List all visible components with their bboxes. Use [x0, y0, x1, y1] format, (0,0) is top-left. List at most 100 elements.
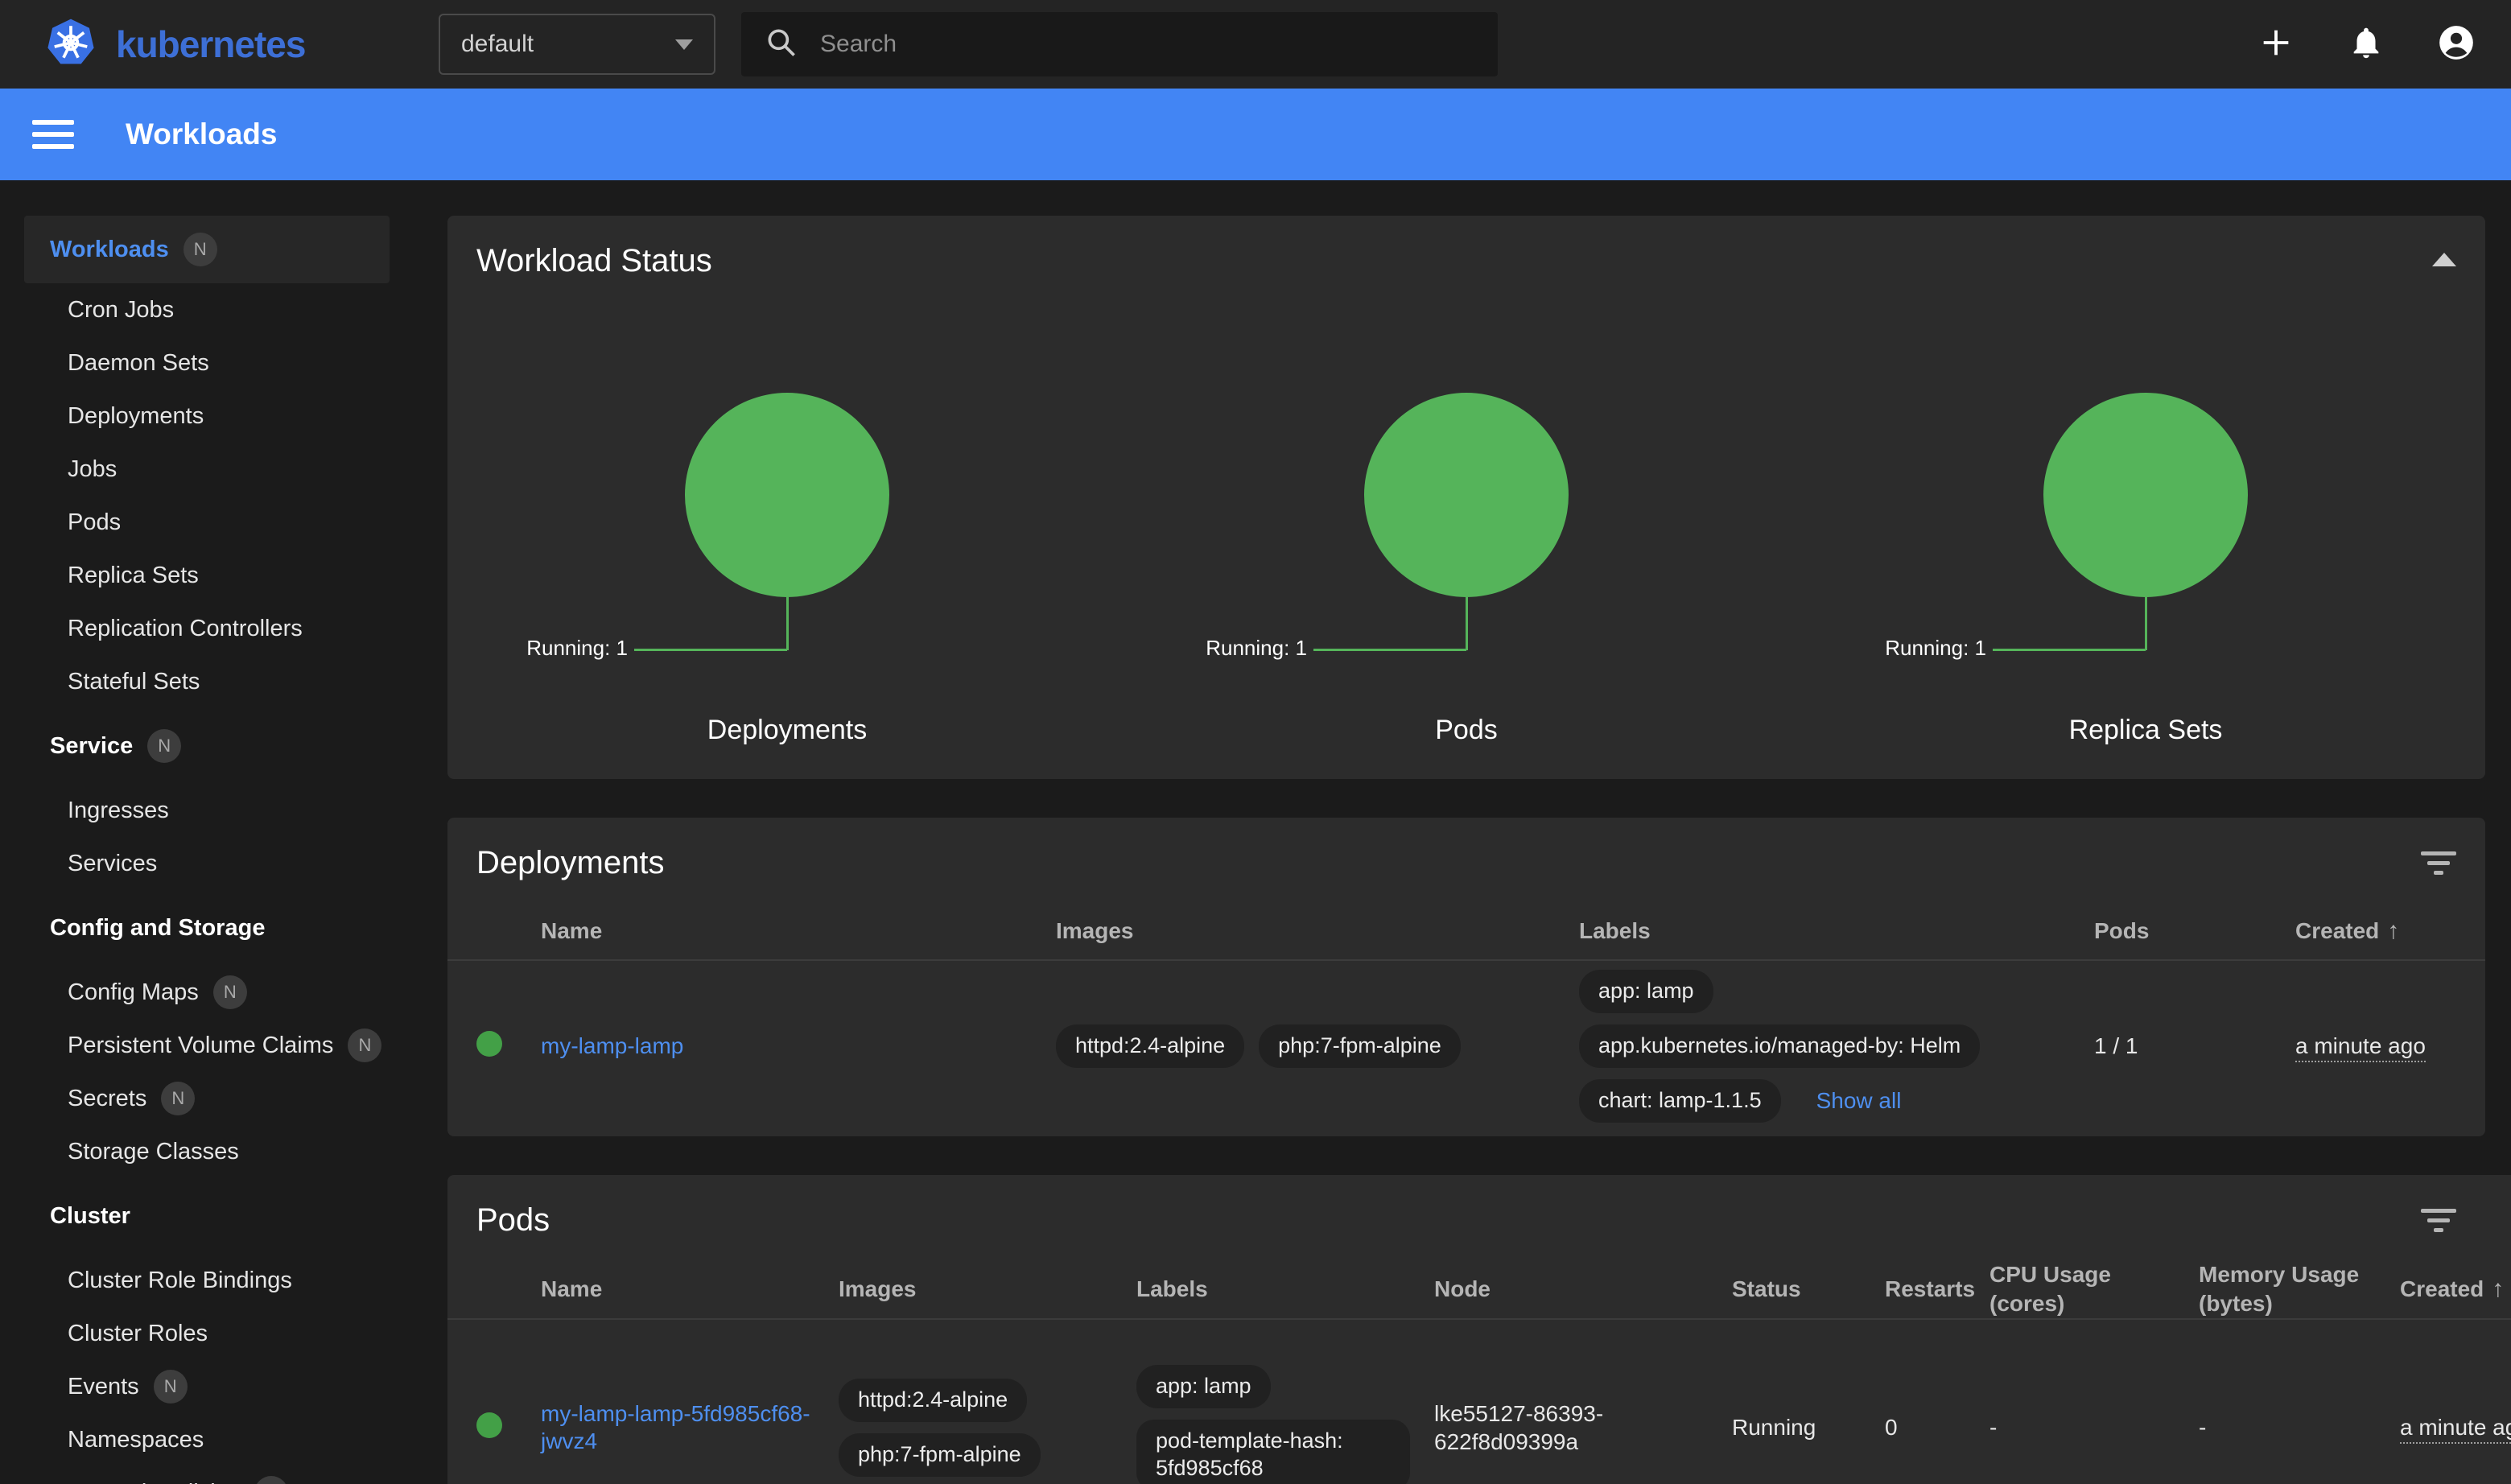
card-title: Pods: [476, 1201, 550, 1239]
sort-ascending-icon: ↑: [2387, 917, 2399, 944]
sidebar-item-jobs[interactable]: Jobs: [0, 443, 418, 496]
workload-pie-replica-sets: Running: 1Replica Sets: [1806, 280, 2485, 779]
pie-title: Deployments: [447, 715, 1127, 746]
main-content: Workload Status Running: 1DeploymentsRun…: [418, 180, 2511, 1484]
create-resource-button[interactable]: [2257, 25, 2295, 64]
filter-icon[interactable]: [2421, 1209, 2456, 1232]
sidebar-item-cluster-roles[interactable]: Cluster Roles: [0, 1307, 418, 1360]
sidebar-item-workloads[interactable]: Workloads N: [24, 216, 390, 283]
sidebar-item-replication-controllers[interactable]: Replication Controllers: [0, 602, 418, 655]
new-badge: N: [254, 1476, 288, 1484]
sidebar-item-daemon-sets[interactable]: Daemon Sets: [0, 336, 418, 390]
sidebar-item-network-policies[interactable]: Network Policies N: [0, 1466, 418, 1484]
sidebar-item-secrets[interactable]: SecretsN: [0, 1072, 418, 1125]
column-name: Name: [541, 1275, 839, 1304]
leader-line: [786, 597, 789, 650]
sidebar-item-cluster-role-bindings[interactable]: Cluster Role Bindings: [0, 1254, 418, 1307]
sidebar-item-ingresses[interactable]: Ingresses: [0, 784, 418, 837]
namespace-value: default: [461, 31, 534, 58]
status-running-dot: [476, 1412, 502, 1438]
sidebar-item-label: Services: [68, 851, 157, 877]
sidebar-item-namespaces[interactable]: Namespaces: [0, 1413, 418, 1466]
column-restarts: Restarts: [1885, 1275, 1989, 1304]
kubernetes-logo[interactable]: kubernetes: [45, 17, 439, 72]
sort-ascending-icon: ↑: [2492, 1276, 2504, 1302]
search-bar[interactable]: [741, 12, 1498, 76]
sidebar-item-label: Config Maps: [68, 979, 199, 1006]
pod-status: Running: [1732, 1415, 1885, 1441]
sidebar-item-services[interactable]: Services: [0, 837, 418, 890]
sidebar-item-stateful-sets[interactable]: Stateful Sets: [0, 655, 418, 708]
new-badge: N: [183, 233, 217, 266]
sidebar-item-label: Storage Classes: [68, 1139, 239, 1165]
leader-line: [1993, 649, 2146, 651]
column-node: Node: [1434, 1275, 1732, 1304]
sidebar-item-label: Workloads: [50, 237, 169, 263]
sidebar-item-cron-jobs[interactable]: Cron Jobs: [0, 283, 418, 336]
app-bar: Workloads: [0, 89, 2511, 180]
sidebar-item-label: Replication Controllers: [68, 616, 303, 642]
label-chip: app.kubernetes.io/managed-by: Helm: [1579, 1024, 1980, 1068]
namespace-selector[interactable]: default: [439, 14, 715, 75]
menu-icon[interactable]: [32, 120, 74, 149]
workload-status-charts: Running: 1DeploymentsRunning: 1PodsRunni…: [447, 280, 2485, 779]
workload-pie-pods: Running: 1Pods: [1127, 280, 1806, 779]
leader-line: [634, 649, 787, 651]
column-created[interactable]: Created↑: [2400, 1275, 2511, 1304]
deployment-name-link[interactable]: my-lamp-lamp: [541, 1033, 683, 1058]
leader-line: [2145, 597, 2147, 650]
sidebar-item-replica-sets[interactable]: Replica Sets: [0, 549, 418, 602]
sidebar-item-label: Service: [50, 733, 133, 760]
new-badge: N: [348, 1028, 381, 1062]
sidebar-item-storage-classes[interactable]: Storage Classes: [0, 1125, 418, 1178]
sidebar-item-deployments[interactable]: Deployments: [0, 390, 418, 443]
pie-title: Replica Sets: [1806, 715, 2485, 746]
column-pods: Pods: [2094, 917, 2295, 946]
column-cpu: CPU Usage (cores): [1989, 1260, 2199, 1318]
deployments-table-header: Name Images Labels Pods Created↑: [447, 903, 2485, 961]
sidebar-item-service: Service N: [0, 719, 418, 773]
cpu-usage: -: [1989, 1415, 2199, 1441]
memory-usage: -: [2199, 1415, 2400, 1441]
image-chip: php:7-fpm-alpine: [839, 1433, 1041, 1477]
pie-slice-label: Running: 1: [526, 636, 628, 661]
page-title: Workloads: [126, 117, 277, 151]
sidebar-item-label: Deployments: [68, 403, 204, 430]
sidebar-item-pods[interactable]: Pods: [0, 496, 418, 549]
sidebar-item-events[interactable]: EventsN: [0, 1360, 418, 1413]
notifications-button[interactable]: [2347, 25, 2385, 64]
pie-slice-running[interactable]: [1364, 393, 1569, 597]
sidebar-item-label: Config and Storage: [50, 915, 265, 942]
pods-card: Pods Name Images Labels Node Status Rest…: [447, 1175, 2511, 1484]
sidebar-item-label: Pods: [68, 509, 121, 536]
column-name: Name: [541, 917, 1056, 946]
card-title: Workload Status: [476, 241, 712, 280]
status-running-dot: [476, 1031, 502, 1057]
table-row: my-lamp-lamp-5fd985cf68-jwvz4 httpd:2.4-…: [447, 1320, 2511, 1484]
sidebar-item-config-maps[interactable]: Config MapsN: [0, 966, 418, 1019]
images-cell: httpd:2.4-alpinephp:7-fpm-alpine: [839, 1379, 1136, 1477]
node-name: lke55127-86393-622f8d09399a: [1434, 1399, 1712, 1456]
show-all-link[interactable]: Show all: [1816, 1087, 1902, 1115]
sidebar-item-persistent-volume-claims[interactable]: Persistent Volume ClaimsN: [0, 1019, 418, 1072]
sidebar-item-config-and-storage: Config and Storage: [0, 901, 418, 954]
new-badge: N: [147, 729, 181, 763]
column-images: Images: [1056, 917, 1579, 946]
sidebar-item-label: Network Policies: [68, 1480, 240, 1484]
created-timestamp: a minute ago: [2400, 1415, 2511, 1444]
user-menu-button[interactable]: [2437, 25, 2476, 64]
restarts-count: 0: [1885, 1415, 1989, 1441]
workload-pie-deployments: Running: 1 Deployments: [447, 280, 1127, 779]
pod-name-link[interactable]: my-lamp-lamp-5fd985cf68-jwvz4: [541, 1401, 810, 1453]
column-created[interactable]: Created↑: [2295, 917, 2456, 946]
pie-slice-running[interactable]: [2043, 393, 2248, 597]
pie-slice-label: Running: 1: [1206, 636, 1307, 661]
search-input[interactable]: [820, 31, 1475, 58]
filter-icon[interactable]: [2421, 851, 2456, 875]
pie-slice-running[interactable]: [685, 393, 889, 597]
column-images: Images: [839, 1275, 1136, 1304]
collapse-icon[interactable]: [2432, 253, 2456, 266]
chevron-down-icon: [675, 39, 693, 50]
new-badge: N: [161, 1082, 195, 1115]
sidebar-item-label: Daemon Sets: [68, 350, 209, 377]
